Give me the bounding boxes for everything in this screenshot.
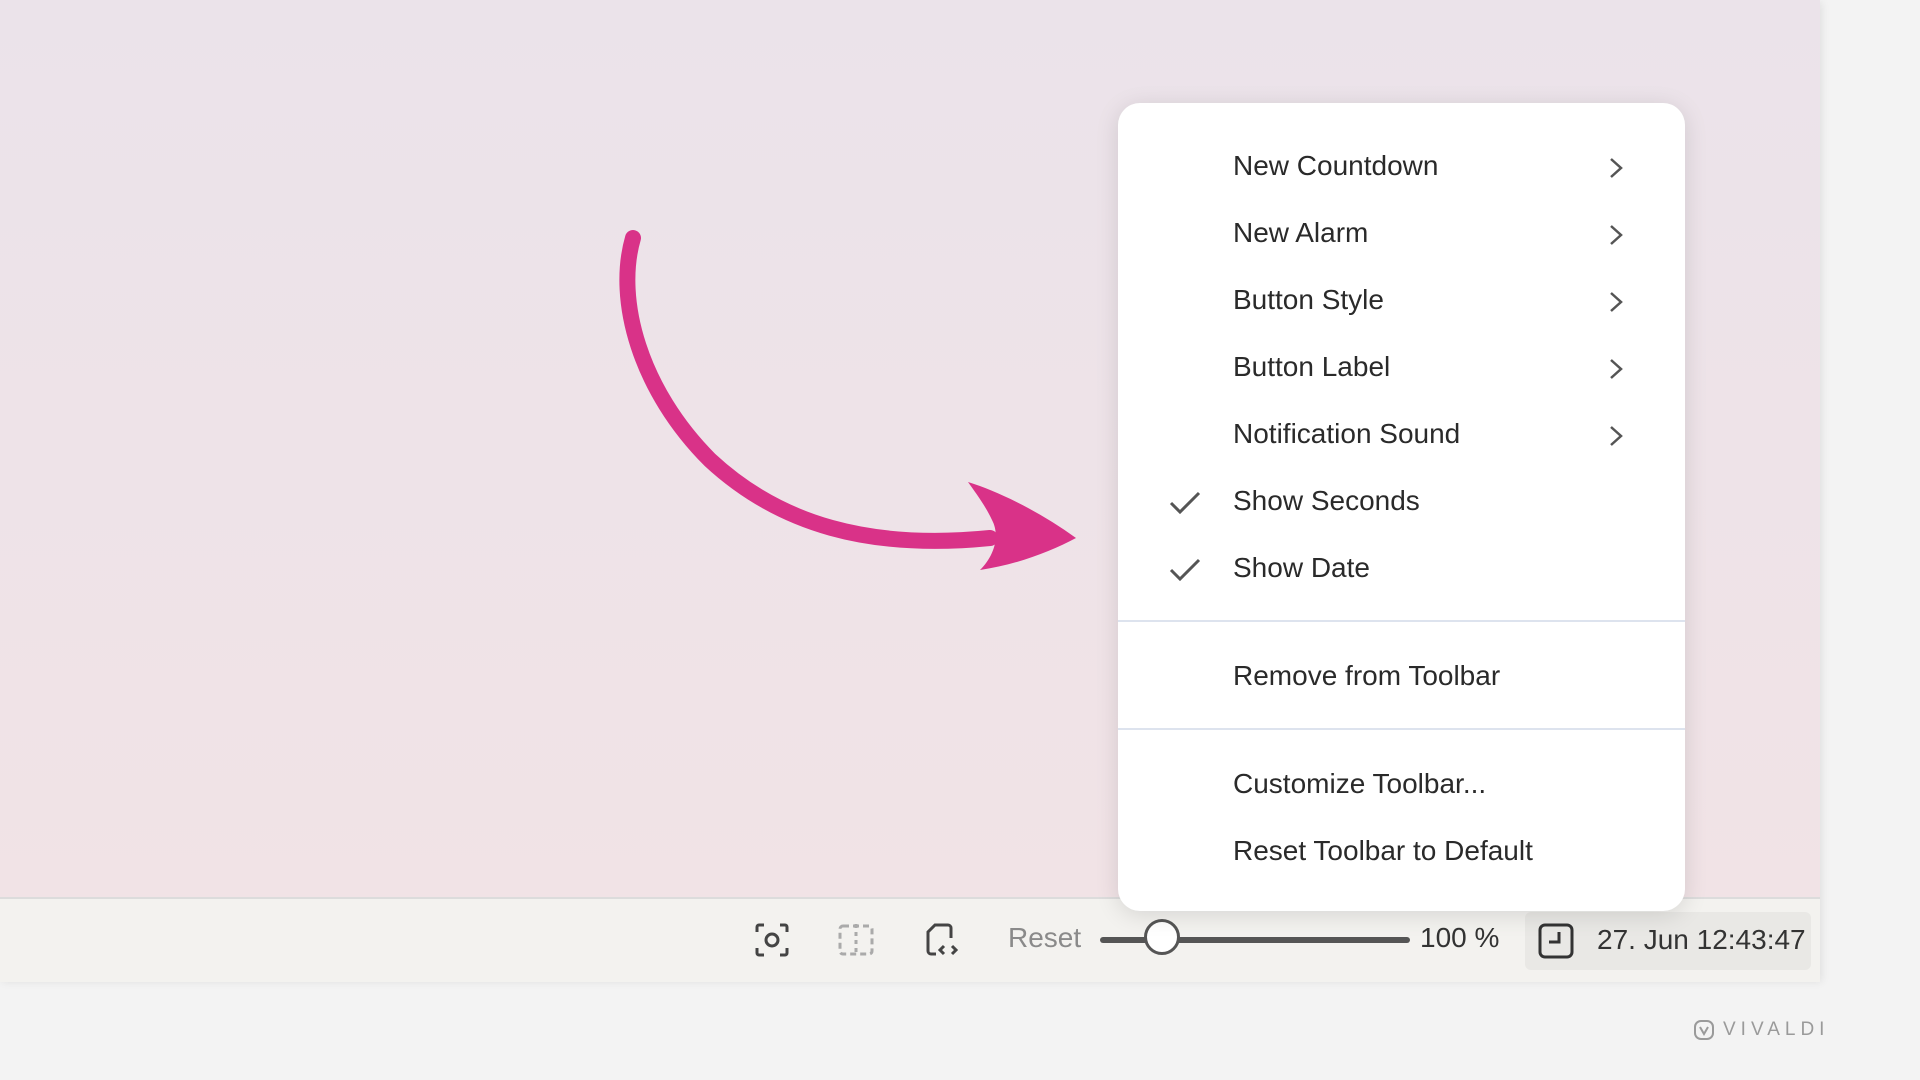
annotation-arrow — [619, 230, 1076, 570]
menu-item-label: Button Label — [1233, 351, 1391, 382]
chevron-right-icon — [1610, 158, 1623, 178]
menu-item-label: Customize Toolbar... — [1233, 768, 1487, 799]
vivaldi-watermark: VIVALDI — [1693, 1019, 1829, 1041]
menu-item-new-countdown[interactable]: New Countdown — [1118, 136, 1685, 198]
menu-item-remove-from-toolbar[interactable]: Remove from Toolbar — [1118, 646, 1685, 708]
zoom-slider-thumb[interactable] — [1144, 919, 1180, 955]
clock-icon — [1538, 923, 1574, 959]
vivaldi-logo-icon — [1694, 1020, 1714, 1040]
menu-item-label: Reset Toolbar to Default — [1233, 835, 1533, 866]
menu-item-label: New Countdown — [1233, 150, 1439, 181]
checkmark-icon — [1169, 558, 1201, 582]
menu-item-show-date[interactable]: Show Date — [1118, 538, 1685, 600]
menu-item-label: Show Date — [1233, 552, 1370, 583]
chevron-right-icon — [1610, 225, 1623, 245]
chevron-right-icon — [1610, 359, 1623, 379]
menu-separator — [1118, 728, 1685, 730]
zoom-level-label: 100 % — [1420, 922, 1500, 953]
menu-item-customize-toolbar[interactable]: Customize Toolbar... — [1118, 754, 1685, 816]
tiling-icon[interactable] — [834, 918, 878, 962]
menu-item-show-seconds[interactable]: Show Seconds — [1118, 471, 1685, 533]
clock-button[interactable]: 27. Jun 12:43:47 — [1525, 912, 1811, 970]
checkmark-icon — [1169, 491, 1201, 515]
menu-item-label: Button Style — [1233, 284, 1384, 315]
capture-icon[interactable] — [750, 918, 794, 962]
menu-item-label: Show Seconds — [1233, 485, 1420, 516]
menu-item-button-label[interactable]: Button Label — [1118, 337, 1685, 399]
zoom-reset-button[interactable]: Reset — [1008, 922, 1081, 954]
clock-text: 27. Jun 12:43:47 — [1597, 924, 1806, 955]
chevron-right-icon — [1610, 426, 1623, 446]
menu-item-label: Remove from Toolbar — [1233, 660, 1501, 691]
menu-item-notification-sound[interactable]: Notification Sound — [1118, 404, 1685, 466]
chevron-right-icon — [1610, 292, 1623, 312]
menu-separator — [1118, 620, 1685, 622]
watermark-text: VIVALDI — [1723, 1019, 1830, 1040]
menu-item-label: Notification Sound — [1233, 418, 1461, 449]
context-menu: New Countdown New Alarm Button Style But… — [1118, 103, 1685, 911]
menu-item-reset-toolbar[interactable]: Reset Toolbar to Default — [1118, 821, 1685, 883]
menu-item-button-style[interactable]: Button Style — [1118, 270, 1685, 332]
menu-item-new-alarm[interactable]: New Alarm — [1118, 203, 1685, 265]
page-actions-icon[interactable] — [920, 918, 964, 962]
menu-item-label: New Alarm — [1233, 217, 1369, 248]
